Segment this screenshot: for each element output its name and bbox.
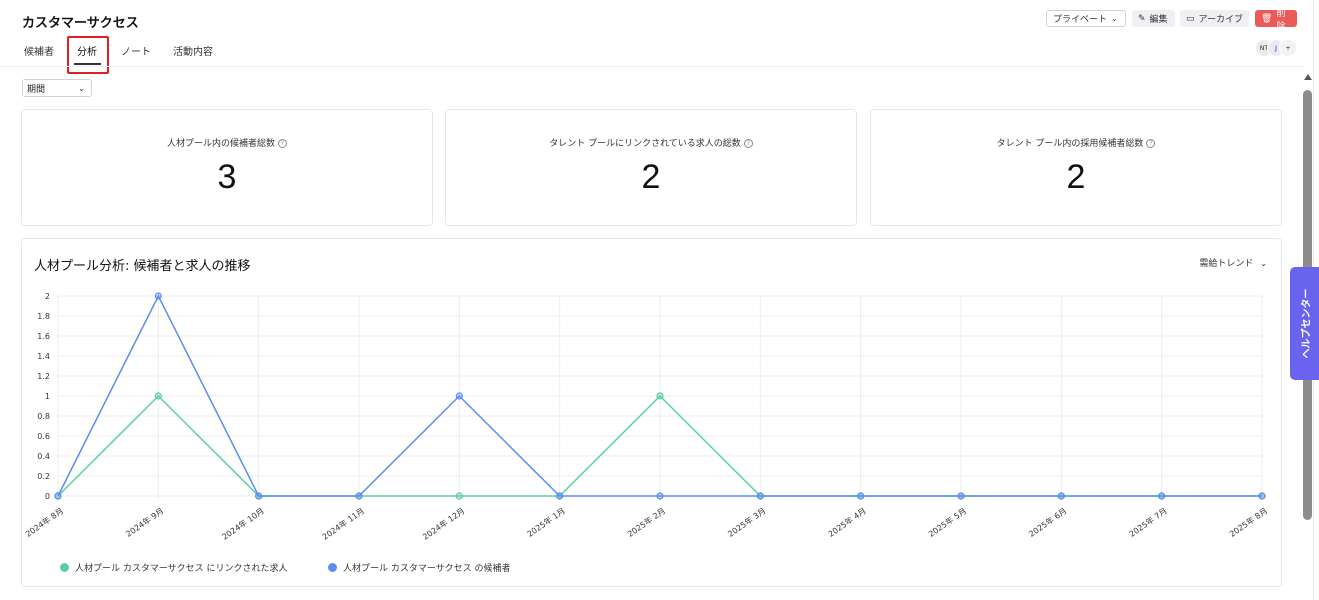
add-member-avatar[interactable]: + <box>1279 39 1297 57</box>
stat-label: タレント プール内の採用候補者総数 <box>996 139 1144 149</box>
y-tick-label: 0.2 <box>37 472 50 481</box>
x-tick-label: 2025年 8月 <box>1227 505 1269 538</box>
x-tick-label: 2024年 8月 <box>23 505 65 538</box>
stat-label: 人材プール内の候補者総数 <box>166 139 275 149</box>
x-tick-label: 2024年 10月 <box>220 505 266 541</box>
legend-label: 人材プール カスタマーサクセス にリンクされた求人 <box>75 564 288 574</box>
x-tick-label: 2024年 9月 <box>124 505 166 538</box>
stat-card-linked-jobs: タレント プールにリンクされている求人の総数? 2 <box>445 109 857 226</box>
data-point <box>455 492 463 500</box>
y-tick-label: 0 <box>45 492 50 501</box>
y-tick-label: 1.8 <box>37 312 50 321</box>
data-point <box>656 492 664 500</box>
page-title: カスタマーサクセス <box>22 16 139 31</box>
help-icon[interactable]: ? <box>278 139 287 148</box>
x-tick-label: 2025年 4月 <box>826 505 868 538</box>
y-tick-label: 2 <box>45 292 50 301</box>
legend-swatch <box>60 563 69 572</box>
y-tick-label: 1.6 <box>37 332 50 341</box>
stat-card-hired: タレント プール内の採用候補者総数? 2 <box>870 109 1282 226</box>
page-frame: カスタマーサクセス 候補者 分析 ノート 活動内容 プライベート ⌄ ✎ 編集 … <box>0 0 1314 600</box>
x-tick-label: 2025年 6月 <box>1027 505 1069 538</box>
data-point <box>1258 492 1266 500</box>
chart-card: 人材プール分析: 候補者と求人の推移 需給トレンド ⌄ 0 0.2 0.4 0.6 0.… <box>21 238 1282 587</box>
pencil-icon: ✎ <box>1138 13 1146 24</box>
visibility-dropdown[interactable]: プライベート ⌄ <box>1046 10 1126 27</box>
legend-label: 人材プール カスタマーサクセス の候補者 <box>343 564 511 574</box>
data-point <box>1057 492 1065 500</box>
visibility-label: プライベート <box>1053 15 1108 25</box>
data-point <box>756 492 764 500</box>
delete-button[interactable]: 🗑 削除 <box>1255 9 1297 32</box>
data-point <box>54 492 62 500</box>
tab-notes[interactable]: ノート <box>121 43 151 58</box>
archive-box-icon: ▭ <box>1186 13 1195 24</box>
legend-swatch <box>328 563 337 572</box>
tab-highlight-box <box>67 36 109 74</box>
data-point <box>154 392 162 400</box>
y-tick-label: 0.4 <box>37 452 50 461</box>
x-tick-label: 2025年 7月 <box>1127 505 1169 538</box>
data-point <box>556 492 564 500</box>
y-tick-label: 0.6 <box>37 432 50 441</box>
period-select[interactable]: 期間 ⌄ <box>22 79 92 97</box>
data-point <box>154 292 162 300</box>
data-point <box>656 392 664 400</box>
edit-label: 編集 <box>1149 15 1168 25</box>
data-point <box>857 492 865 500</box>
data-point <box>355 492 363 500</box>
y-tick-label: 0.8 <box>37 412 50 421</box>
scroll-up-arrow-icon[interactable] <box>1304 74 1312 80</box>
data-point <box>455 392 463 400</box>
help-icon[interactable]: ? <box>743 139 753 148</box>
x-tick-label: 2025年 3月 <box>726 505 768 538</box>
archive-label: アーカイブ <box>1198 15 1243 25</box>
tab-activity[interactable]: 活動内容 <box>173 43 213 58</box>
stat-value: 2 <box>1066 158 1086 196</box>
legend-item-candidates[interactable]: 人材プール カスタマーサクセス の候補者 <box>328 561 511 574</box>
x-tick-label: 2024年 11月 <box>320 505 366 541</box>
help-icon[interactable]: ? <box>1146 139 1156 148</box>
archive-button[interactable]: ▭ アーカイブ <box>1180 10 1249 27</box>
data-point <box>255 492 263 500</box>
line-chart: 0 0.2 0.4 0.6 0.8 1 1.2 1.4 1.6 1.8 2 2024年 8月 2024年… <box>23 292 1269 542</box>
edit-button[interactable]: ✎ 編集 <box>1132 10 1175 27</box>
y-tick-label: 1.2 <box>37 372 50 381</box>
x-tick-label: 2025年 1月 <box>525 505 567 538</box>
stat-card-candidates: 人材プール内の候補者総数? 3 <box>21 109 433 226</box>
stat-value: 2 <box>641 158 661 196</box>
stat-label: タレント プールにリンクされている求人の総数 <box>549 139 741 149</box>
tab-candidates[interactable]: 候補者 <box>24 43 54 58</box>
chevron-down-icon: ⌄ <box>1111 14 1118 23</box>
period-label: 期間 <box>27 84 46 95</box>
y-tick-label: 1 <box>45 392 50 401</box>
delete-label: 削除 <box>1276 8 1286 32</box>
legend-item-jobs[interactable]: 人材プール カスタマーサクセス にリンクされた求人 <box>60 561 288 574</box>
x-tick-label: 2024年 12月 <box>421 505 467 541</box>
chevron-down-icon: ⌄ <box>78 83 85 93</box>
stat-value: 3 <box>217 158 237 196</box>
help-center-tab[interactable]: ヘルプセンター <box>1290 267 1319 380</box>
x-tick-label: 2025年 5月 <box>926 505 968 538</box>
data-point <box>1158 492 1166 500</box>
data-point <box>957 492 965 500</box>
help-center-label: ヘルプセンター <box>1301 288 1312 359</box>
y-tick-label: 1.4 <box>37 352 50 361</box>
trash-icon: 🗑 <box>1261 13 1273 24</box>
x-tick-label: 2025年 2月 <box>625 505 667 538</box>
header-divider <box>0 66 1304 67</box>
